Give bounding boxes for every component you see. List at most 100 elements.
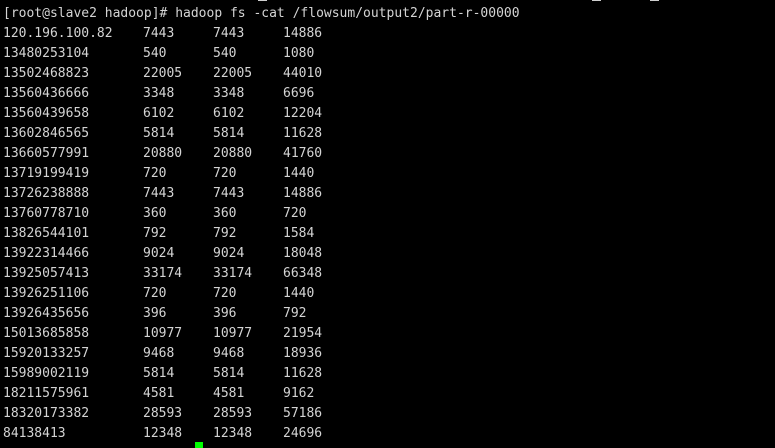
upstream-flow-cell: 9024 bbox=[143, 246, 175, 261]
terminal-window[interactable]: [root@slave2 hadoop]# hadoop fs -cat /fl… bbox=[0, 0, 775, 448]
phone-number-cell: 13726238888 bbox=[3, 186, 90, 201]
upstream-flow-cell: 6102 bbox=[143, 106, 175, 121]
total-flow-cell: 66348 bbox=[283, 266, 323, 281]
output-row: 13719199419 720 720 1440 bbox=[3, 164, 763, 184]
total-flow-cell: 12204 bbox=[283, 106, 323, 121]
downstream-flow-cell: 12348 bbox=[213, 426, 253, 441]
output-row: 13502468823 22005 22005 44010 bbox=[3, 64, 763, 84]
total-flow-cell: 44010 bbox=[283, 66, 323, 81]
phone-number-cell: 15013685858 bbox=[3, 326, 90, 341]
command-line: [root@slave2 hadoop]# hadoop fs -cat /fl… bbox=[3, 4, 520, 24]
output-row: 15920133257 9468 9468 18936 bbox=[3, 344, 763, 364]
downstream-flow-cell: 28593 bbox=[213, 406, 253, 421]
output-row: 13826544101 792 792 1584 bbox=[3, 224, 763, 244]
output-row: 13480253104 540 540 1080 bbox=[3, 44, 763, 64]
total-flow-cell: 57186 bbox=[283, 406, 323, 421]
phone-number-cell: 120.196.100.82 bbox=[3, 26, 113, 41]
downstream-flow-cell: 360 bbox=[213, 206, 237, 221]
downstream-flow-cell: 3348 bbox=[213, 86, 245, 101]
downstream-flow-cell: 7443 bbox=[213, 26, 245, 41]
total-flow-cell: 14886 bbox=[283, 26, 323, 41]
upstream-flow-cell: 540 bbox=[143, 46, 167, 61]
downstream-flow-cell: 20880 bbox=[213, 146, 253, 161]
total-flow-cell: 1584 bbox=[283, 226, 315, 241]
output-row: 13760778710 360 360 720 bbox=[3, 204, 763, 224]
phone-number-cell: 13660577991 bbox=[3, 146, 90, 161]
downstream-flow-cell: 9024 bbox=[213, 246, 245, 261]
output-row: 84138413 12348 12348 24696 bbox=[3, 424, 763, 444]
total-flow-cell: 1080 bbox=[283, 46, 315, 61]
upstream-flow-cell: 792 bbox=[143, 226, 167, 241]
shell-prompt: [root@slave2 hadoop]# bbox=[3, 6, 176, 21]
upstream-flow-cell: 9468 bbox=[143, 346, 175, 361]
output-row: 13602846565 5814 5814 11628 bbox=[3, 124, 763, 144]
phone-number-cell: 13719199419 bbox=[3, 166, 90, 181]
downstream-flow-cell: 6102 bbox=[213, 106, 245, 121]
phone-number-cell: 18320173382 bbox=[3, 406, 90, 421]
phone-number-cell: 15920133257 bbox=[3, 346, 90, 361]
total-flow-cell: 792 bbox=[283, 306, 307, 321]
upstream-flow-cell: 4581 bbox=[143, 386, 175, 401]
total-flow-cell: 14886 bbox=[283, 186, 323, 201]
phone-number-cell: 84138413 bbox=[3, 426, 66, 441]
output-row: 15013685858 10977 10977 21954 bbox=[3, 324, 763, 344]
phone-number-cell: 13560436666 bbox=[3, 86, 90, 101]
phone-number-cell: 13602846565 bbox=[3, 126, 90, 141]
total-flow-cell: 41760 bbox=[283, 146, 323, 161]
downstream-flow-cell: 540 bbox=[213, 46, 237, 61]
terminal-cursor bbox=[195, 442, 203, 448]
total-flow-cell: 6696 bbox=[283, 86, 315, 101]
total-flow-cell: 11628 bbox=[283, 126, 323, 141]
phone-number-cell: 18211575961 bbox=[3, 386, 90, 401]
output-row: 13922314466 9024 9024 18048 bbox=[3, 244, 763, 264]
phone-number-cell: 13560439658 bbox=[3, 106, 90, 121]
downstream-flow-cell: 5814 bbox=[213, 126, 245, 141]
upstream-flow-cell: 360 bbox=[143, 206, 167, 221]
upstream-flow-cell: 33174 bbox=[143, 266, 183, 281]
downstream-flow-cell: 22005 bbox=[213, 66, 253, 81]
total-flow-cell: 18048 bbox=[283, 246, 323, 261]
downstream-flow-cell: 720 bbox=[213, 166, 237, 181]
output-row: 13926435656 396 396 792 bbox=[3, 304, 763, 324]
phone-number-cell: 13826544101 bbox=[3, 226, 90, 241]
upstream-flow-cell: 7443 bbox=[143, 26, 175, 41]
phone-number-cell: 13925057413 bbox=[3, 266, 90, 281]
phone-number-cell: 13502468823 bbox=[3, 66, 90, 81]
upstream-flow-cell: 22005 bbox=[143, 66, 183, 81]
output-row: 13660577991 20880 20880 41760 bbox=[3, 144, 763, 164]
phone-number-cell: 13926251106 bbox=[3, 286, 90, 301]
upstream-flow-cell: 5814 bbox=[143, 126, 175, 141]
output-row: 13726238888 7443 7443 14886 bbox=[3, 184, 763, 204]
output-row: 120.196.100.82 7443 7443 14886 bbox=[3, 24, 763, 44]
downstream-flow-cell: 5814 bbox=[213, 366, 245, 381]
command-text: hadoop fs -cat /flowsum/output2/part-r-0… bbox=[175, 6, 520, 21]
total-flow-cell: 18936 bbox=[283, 346, 323, 361]
upstream-flow-cell: 720 bbox=[143, 286, 167, 301]
output-row: 13925057413 33174 33174 66348 bbox=[3, 264, 763, 284]
upstream-flow-cell: 5814 bbox=[143, 366, 175, 381]
upstream-flow-cell: 720 bbox=[143, 166, 167, 181]
downstream-flow-cell: 7443 bbox=[213, 186, 245, 201]
total-flow-cell: 9162 bbox=[283, 386, 315, 401]
downstream-flow-cell: 720 bbox=[213, 286, 237, 301]
phone-number-cell: 13922314466 bbox=[3, 246, 90, 261]
downstream-flow-cell: 396 bbox=[213, 306, 237, 321]
total-flow-cell: 24696 bbox=[283, 426, 323, 441]
upstream-flow-cell: 7443 bbox=[143, 186, 175, 201]
total-flow-cell: 1440 bbox=[283, 166, 315, 181]
downstream-flow-cell: 9468 bbox=[213, 346, 245, 361]
downstream-flow-cell: 33174 bbox=[213, 266, 253, 281]
output-row: 15989002119 5814 5814 11628 bbox=[3, 364, 763, 384]
upstream-flow-cell: 10977 bbox=[143, 326, 183, 341]
upstream-flow-cell: 20880 bbox=[143, 146, 183, 161]
phone-number-cell: 13760778710 bbox=[3, 206, 90, 221]
total-flow-cell: 1440 bbox=[283, 286, 315, 301]
output-table: 120.196.100.82 7443 7443 14886 13480253104 54… bbox=[3, 24, 763, 444]
phone-number-cell: 15989002119 bbox=[3, 366, 90, 381]
downstream-flow-cell: 4581 bbox=[213, 386, 245, 401]
upstream-flow-cell: 12348 bbox=[143, 426, 183, 441]
output-row: 13926251106 720 720 1440 bbox=[3, 284, 763, 304]
total-flow-cell: 21954 bbox=[283, 326, 323, 341]
output-row: 18320173382 28593 28593 57186 bbox=[3, 404, 763, 424]
downstream-flow-cell: 792 bbox=[213, 226, 237, 241]
